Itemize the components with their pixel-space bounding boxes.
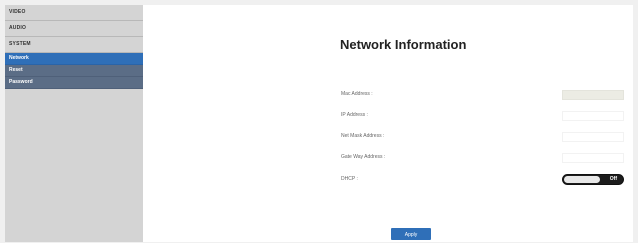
toggle-knob xyxy=(564,176,600,183)
gateway-label: Gate Way Address : xyxy=(341,154,386,160)
gateway-field[interactable] xyxy=(562,153,624,163)
nav-item-audio[interactable]: AUDIO xyxy=(5,21,143,37)
dhcp-state-label: Off xyxy=(609,176,617,182)
sidebar: VIDEO AUDIO SYSTEM Network Reset Passwor… xyxy=(5,5,143,242)
mac-address-label: Mac Address : xyxy=(341,91,373,97)
main-panel: Network Information Mac Address : IP Add… xyxy=(143,5,633,242)
nav-item-network[interactable]: Network xyxy=(5,53,143,65)
nav-item-password[interactable]: Password xyxy=(5,77,143,89)
nav-item-system[interactable]: SYSTEM xyxy=(5,37,143,53)
ip-address-label: IP Address : xyxy=(341,112,368,118)
page-title: Network Information xyxy=(340,37,467,52)
apply-button[interactable]: Apply xyxy=(391,228,431,240)
nav-item-reset[interactable]: Reset xyxy=(5,65,143,77)
mac-address-field xyxy=(562,90,624,100)
dhcp-label: DHCP : xyxy=(341,176,358,182)
nav-item-video[interactable]: VIDEO xyxy=(5,5,143,21)
ip-address-field[interactable] xyxy=(562,111,624,121)
dhcp-toggle[interactable]: Off xyxy=(562,174,624,185)
net-mask-field[interactable] xyxy=(562,132,624,142)
net-mask-label: Net Mask Address : xyxy=(341,133,385,139)
